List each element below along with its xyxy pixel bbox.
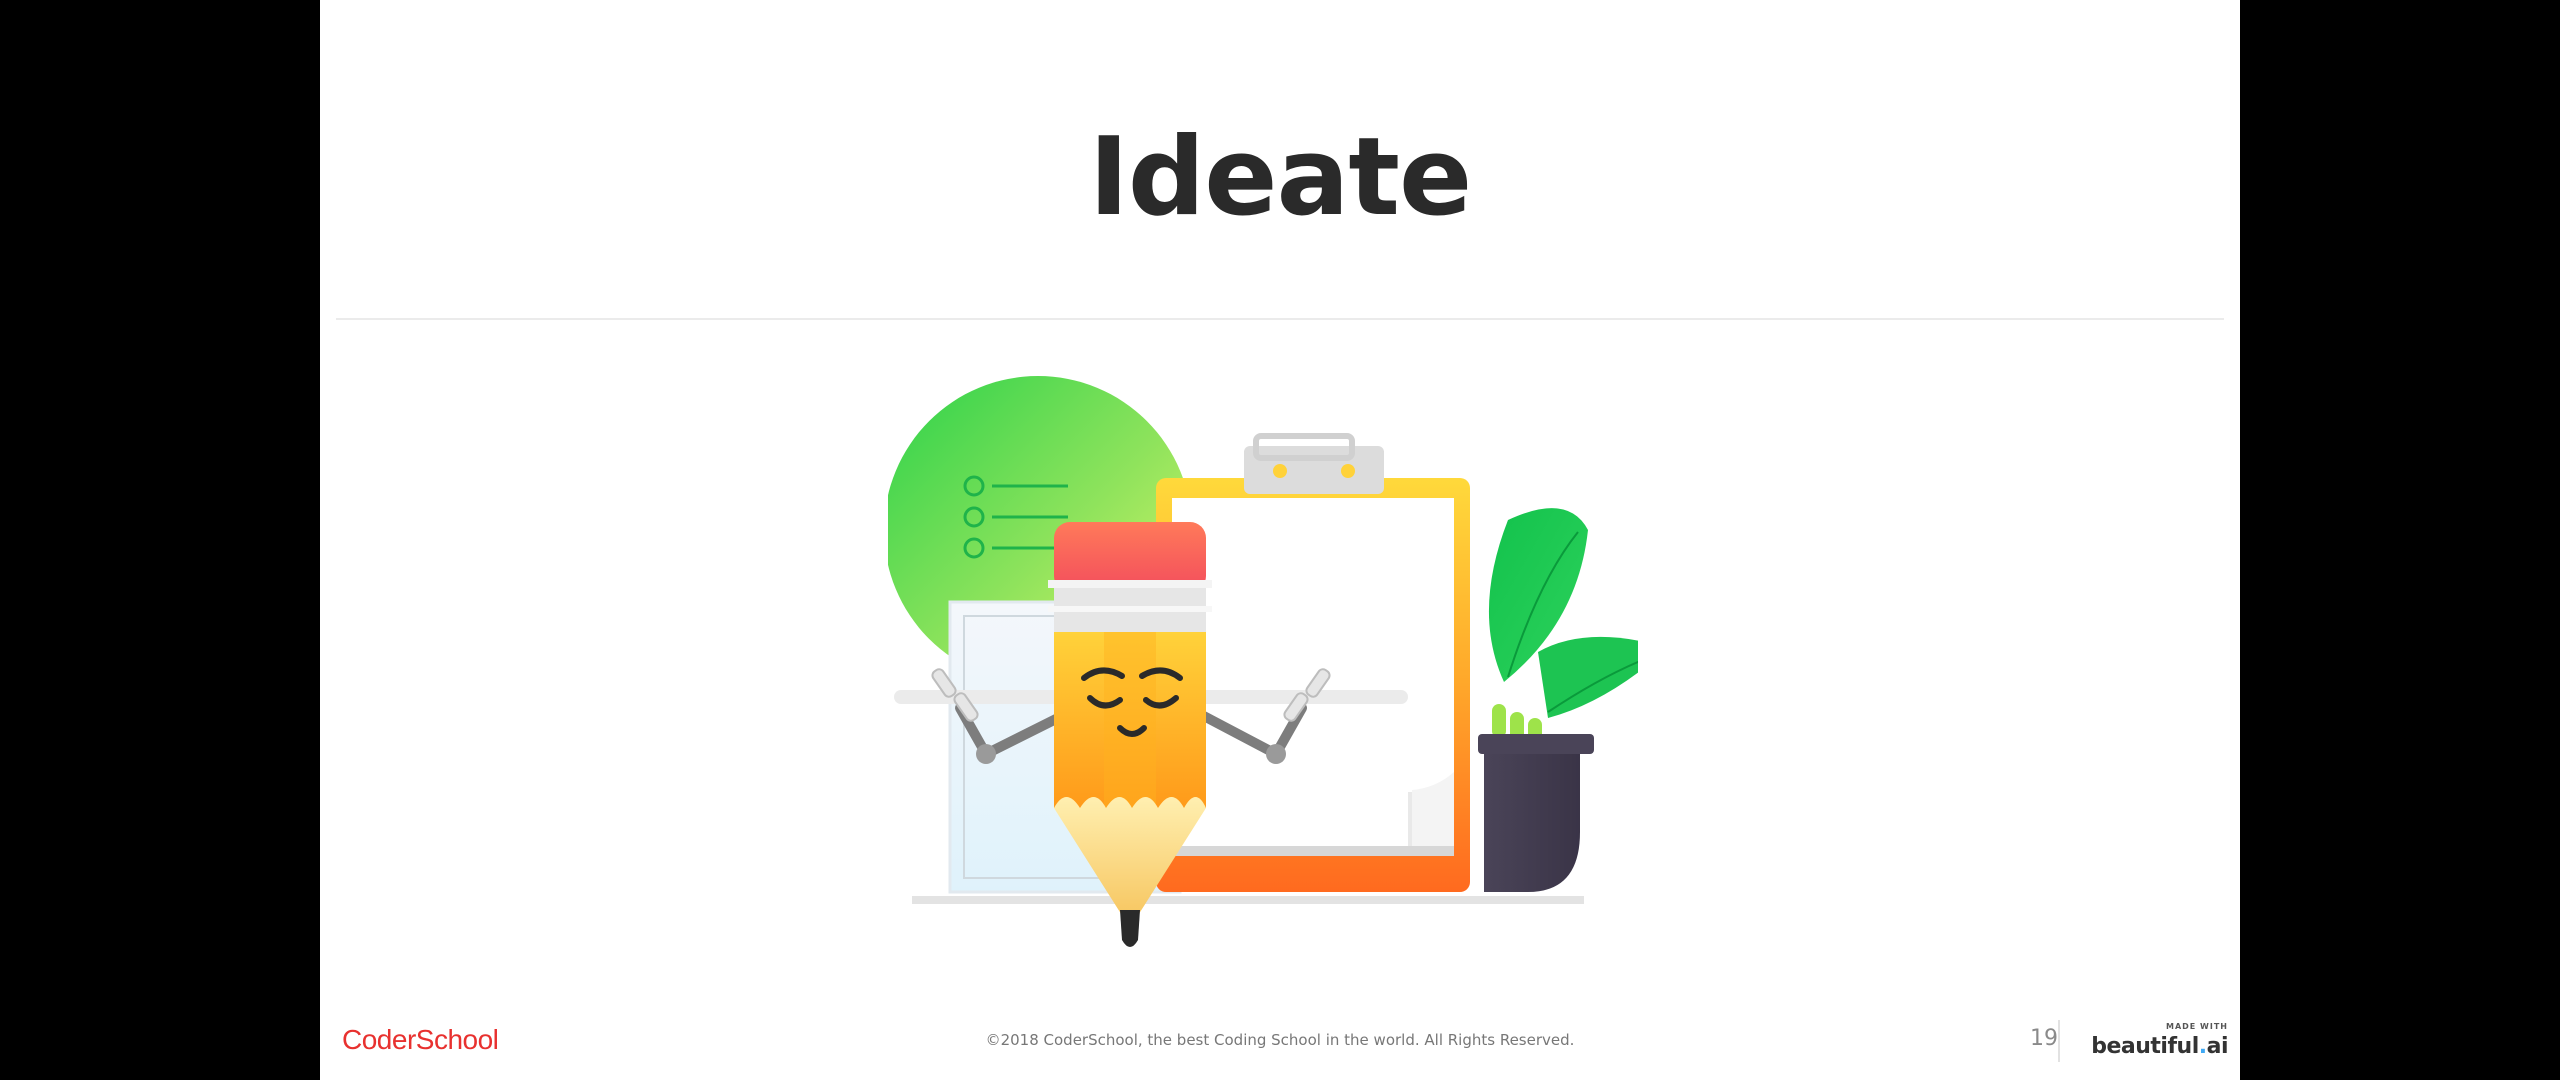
brand-suffix: ai: [2206, 1034, 2229, 1059]
beautiful-ai-logo: beautiful.ai: [2091, 1034, 2228, 1059]
slide-title: Ideate: [1088, 115, 1473, 240]
copyright-text: ©2018 CoderSchool, the best Coding Schoo…: [985, 1031, 1575, 1049]
plant-pot-icon: [1478, 734, 1594, 754]
slide: Ideate CoderSchool ©2018 CoderSchool, th…: [320, 0, 2240, 1080]
brand-name: beautiful: [2091, 1034, 2199, 1059]
title-divider: [336, 318, 2224, 320]
brand-dot: .: [2198, 1034, 2207, 1059]
made-with-beautiful-ai-badge[interactable]: MADE WITH beautiful.ai: [2082, 1018, 2228, 1064]
pencil-character-illustration: [888, 376, 1638, 947]
made-with-label: MADE WITH: [2166, 1022, 2228, 1031]
page-number: 19: [2030, 1026, 2058, 1051]
footer-divider: [2058, 1020, 2060, 1062]
